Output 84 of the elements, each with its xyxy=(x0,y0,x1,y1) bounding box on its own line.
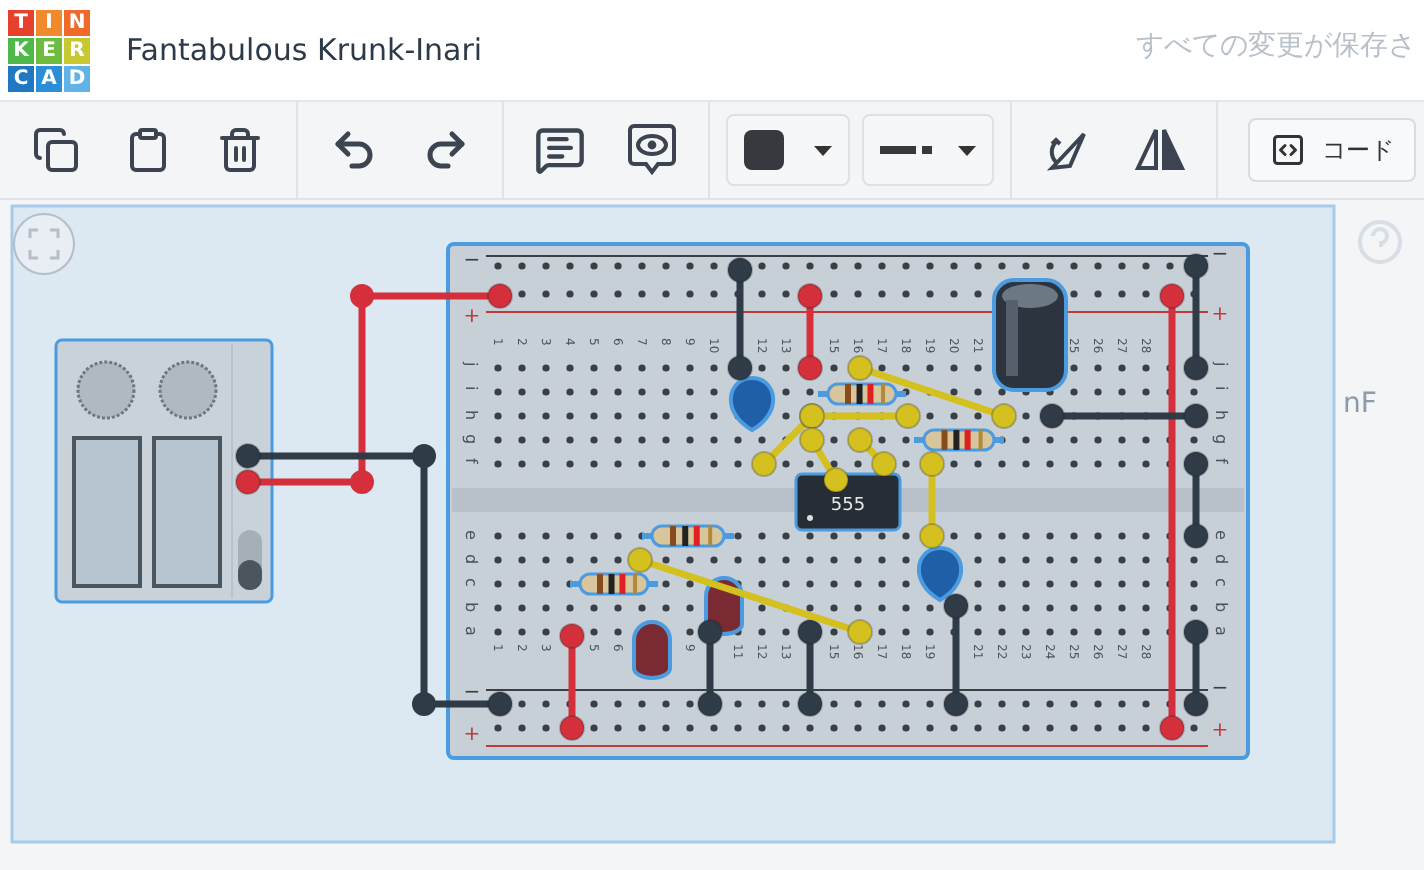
tinkercad-logo[interactable]: T I N K E R C A D xyxy=(8,9,90,91)
note-bubble-icon xyxy=(534,124,586,176)
square-swatch-icon xyxy=(744,130,784,170)
row-letter: a xyxy=(462,626,480,636)
rail-sign: − xyxy=(1211,244,1229,266)
timer-chip[interactable] xyxy=(794,472,902,532)
line-style-dropdown[interactable] xyxy=(862,114,994,186)
row-letter: g xyxy=(462,434,480,445)
row-letter: d xyxy=(462,554,480,565)
wire[interactable] xyxy=(727,257,753,381)
wire[interactable] xyxy=(1039,403,1209,429)
logo-letter: D xyxy=(64,65,90,91)
rail-sign: + xyxy=(1211,720,1229,742)
wire[interactable] xyxy=(627,547,873,645)
redo-icon xyxy=(422,126,470,174)
fill-color-dropdown[interactable] xyxy=(726,114,850,186)
wire[interactable] xyxy=(847,427,897,477)
row-letter: b xyxy=(1212,602,1230,613)
logo-letter: N xyxy=(64,9,90,35)
wire[interactable] xyxy=(235,443,513,717)
caret-icon xyxy=(958,145,976,155)
wire[interactable] xyxy=(559,623,585,741)
row-letter: g xyxy=(1212,434,1230,445)
rail-sign: − xyxy=(463,682,481,704)
row-letter: f xyxy=(1212,458,1230,464)
undo-icon xyxy=(330,126,378,174)
rail-sign: + xyxy=(463,724,481,746)
row-letter: i xyxy=(1212,386,1230,391)
rail-sign: − xyxy=(463,250,481,272)
resistor[interactable] xyxy=(642,524,734,548)
led[interactable] xyxy=(632,620,672,680)
row-letter: j xyxy=(1212,362,1230,367)
wire[interactable] xyxy=(1159,283,1185,741)
power-supply[interactable] xyxy=(54,338,274,604)
wire[interactable] xyxy=(697,619,723,717)
wire[interactable] xyxy=(797,283,823,381)
eye-bubble-icon xyxy=(626,122,678,178)
row-letter: c xyxy=(1212,578,1230,587)
copy-icon xyxy=(32,126,80,174)
logo-letter: E xyxy=(36,37,62,63)
rail-sign: + xyxy=(1211,304,1229,326)
logo-letter: K xyxy=(8,37,34,63)
row-letter: c xyxy=(462,578,480,587)
wire[interactable] xyxy=(1183,619,1209,717)
resistor[interactable] xyxy=(570,572,658,596)
row-letter: h xyxy=(1212,410,1230,421)
wire[interactable] xyxy=(943,593,969,717)
dashed-line-icon xyxy=(880,146,932,154)
ceramic-capacitor[interactable] xyxy=(917,546,963,602)
logo-letter: A xyxy=(36,65,62,91)
row-letter: j xyxy=(462,362,480,367)
wire[interactable] xyxy=(797,619,823,717)
clipboard-icon xyxy=(124,126,172,174)
project-title[interactable]: Fantabulous Krunk-Inari xyxy=(126,32,483,68)
row-letter: b xyxy=(462,602,480,613)
row-letter: d xyxy=(1212,554,1230,565)
wire[interactable] xyxy=(1183,451,1209,549)
logo-letter: I xyxy=(36,9,62,35)
row-letter: h xyxy=(462,410,480,421)
row-letter: a xyxy=(1212,626,1230,636)
row-letter: e xyxy=(462,530,480,540)
row-letter: e xyxy=(1212,530,1230,540)
trash-icon xyxy=(216,126,264,174)
logo-letter: R xyxy=(64,37,90,63)
resistor[interactable] xyxy=(818,382,906,406)
wire[interactable] xyxy=(235,283,513,495)
wire[interactable] xyxy=(799,427,849,493)
flip-icon xyxy=(1134,126,1186,174)
wire[interactable] xyxy=(1183,253,1209,381)
code-button[interactable]: コード xyxy=(1248,118,1416,182)
row-letter: f xyxy=(462,458,480,464)
rail-sign: + xyxy=(463,306,481,328)
wire[interactable] xyxy=(847,355,1017,429)
electrolytic-capacitor[interactable] xyxy=(992,278,1068,392)
resistor[interactable] xyxy=(914,428,1004,452)
logo-letter: T xyxy=(8,9,34,35)
ceramic-capacitor[interactable] xyxy=(729,376,775,432)
caret-icon xyxy=(814,145,832,155)
rail-sign: − xyxy=(1211,678,1229,700)
logo-letter: C xyxy=(8,65,34,91)
code-icon xyxy=(1270,130,1306,170)
save-status: すべての変更が保存さ xyxy=(1136,28,1416,64)
row-letter: i xyxy=(462,386,480,391)
chip-label: 555 xyxy=(830,496,866,516)
